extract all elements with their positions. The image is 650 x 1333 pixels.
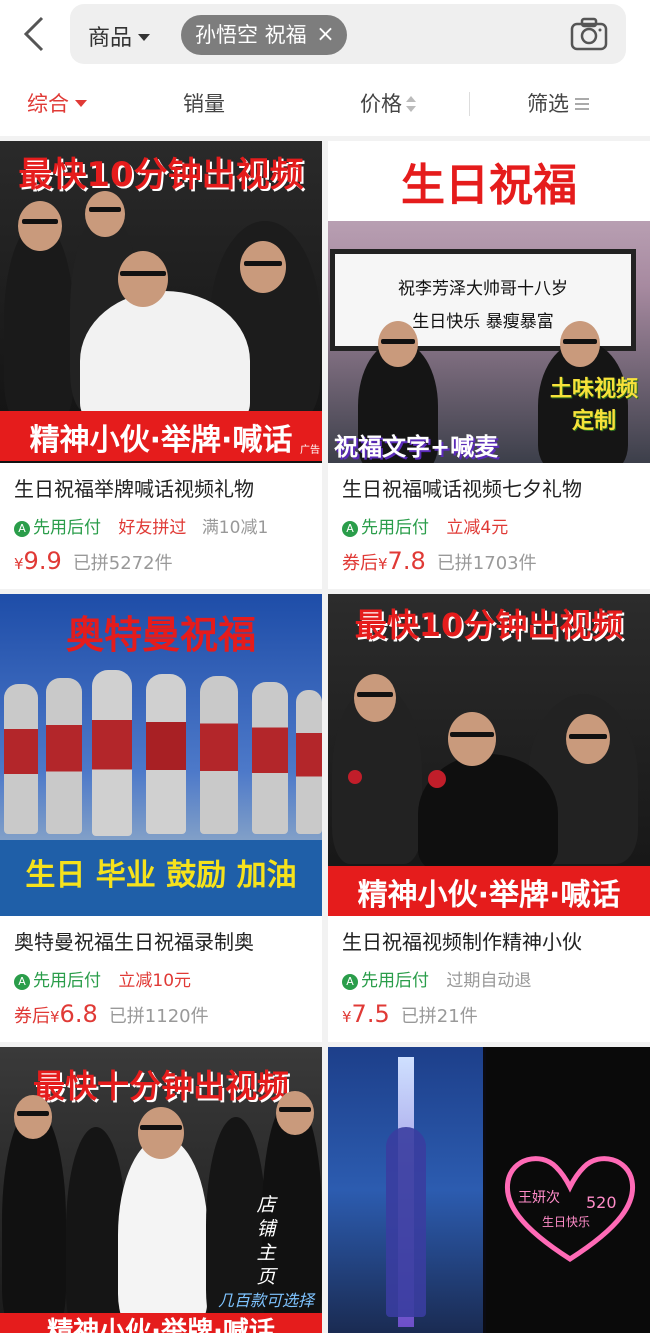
price-row: 券后¥6.8 已拼1120件 xyxy=(14,1000,209,1028)
product-image[interactable]: 王妍次 520 生日快乐 xyxy=(328,1047,650,1333)
image-caption-bottom: 精神小伙·举牌·喊话 xyxy=(29,423,293,458)
product-image[interactable]: 最快10分钟出视频 精神小伙·举牌·喊话 xyxy=(328,594,650,916)
product-tags: A 先用后付 好友拼过 满10减1 xyxy=(14,513,268,538)
price-row: ¥7.5 已拼21件 xyxy=(342,1000,478,1028)
promo-tag: 立减10元 xyxy=(118,971,192,991)
product-image[interactable]: 最快十分钟出视频 店铺主页 几百款可选择 精神小伙·举牌·喊话 xyxy=(0,1047,322,1333)
sold-count: 已拼1120件 xyxy=(108,1006,209,1027)
pay-later-label: 先用后付 xyxy=(361,971,429,991)
product-card[interactable]: 奥特曼祝福 生日 毕业 鼓励 加油 奥特曼祝福生日祝福录制奥 A 先用后付 立减1… xyxy=(0,594,322,1042)
sort-tab-sales-label: 销量 xyxy=(183,92,225,116)
currency-symbol: ¥ xyxy=(378,555,388,573)
camera-search-icon[interactable] xyxy=(570,16,608,52)
product-title[interactable]: 奥特曼祝福生日祝福录制奥 xyxy=(14,926,254,955)
product-card[interactable]: 最快十分钟出视频 店铺主页 几百款可选择 精神小伙·举牌·喊话 xyxy=(0,1047,322,1333)
price-value: 7.5 xyxy=(351,1000,390,1028)
shop-home-caption: 店铺主页 xyxy=(256,1194,276,1288)
search-query-text: 孙悟空 祝福 xyxy=(195,23,307,47)
pay-later-tag: A 先用后付 xyxy=(14,518,101,538)
sold-count: 已拼5272件 xyxy=(72,553,173,574)
sort-bar: 综合 销量 价格 筛选 xyxy=(0,68,650,136)
search-query-chip[interactable]: 孙悟空 祝福 × xyxy=(181,15,347,55)
product-image[interactable]: 奥特曼祝福 生日 毕业 鼓励 加油 xyxy=(0,594,322,916)
back-arrow-icon[interactable] xyxy=(18,14,48,54)
heart-greeting: 生日快乐 xyxy=(542,1215,591,1229)
search-scope-dropdown[interactable]: 商品 xyxy=(88,20,151,52)
promo-tag-secondary: 满10减1 xyxy=(201,518,269,538)
caret-down-icon xyxy=(75,100,87,107)
price-value: 6.8 xyxy=(59,1000,98,1028)
price-row: 券后¥7.8 已拼1703件 xyxy=(342,547,537,575)
pay-later-icon: A xyxy=(14,521,30,537)
filter-label: 筛选 xyxy=(527,92,569,116)
image-caption-top: 最快10分钟出视频 xyxy=(354,606,624,644)
filter-button[interactable]: 筛选 xyxy=(527,88,589,118)
ad-label: 广告 xyxy=(300,445,320,456)
heart-shape xyxy=(504,1156,636,1262)
search-box[interactable]: 商品 孙悟空 祝福 × xyxy=(70,4,626,64)
coupon-label: 券后 xyxy=(14,1006,50,1027)
currency-symbol: ¥ xyxy=(50,1008,60,1026)
image-caption-bottom: 祝福文字+喊麦 xyxy=(334,433,499,461)
refund-tag: 过期自动退 xyxy=(446,971,532,991)
pay-later-tag: A 先用后付 xyxy=(14,971,101,991)
image-caption-bottom: 精神小伙·举牌·喊话 xyxy=(357,878,621,913)
filter-lines-icon xyxy=(575,98,589,110)
heart-number: 520 xyxy=(586,1193,617,1212)
product-image[interactable]: 最快10分钟出视频 精神小伙·举牌·喊话 广告 xyxy=(0,141,322,463)
sort-tab-sales[interactable]: 销量 xyxy=(183,88,225,118)
top-bar: 商品 孙悟空 祝福 × xyxy=(0,0,650,68)
currency-symbol: ¥ xyxy=(14,555,24,573)
image-caption-small: 几百款可选择 xyxy=(218,1291,315,1310)
price-value: 7.8 xyxy=(387,547,426,575)
pay-later-label: 先用后付 xyxy=(33,518,101,538)
product-card[interactable]: 王妍次 520 生日快乐 xyxy=(328,1047,650,1333)
sort-arrows-icon xyxy=(406,96,416,112)
heart-name: 王妍次 xyxy=(518,1190,560,1206)
image-caption-side-2: 定制 xyxy=(571,409,616,434)
price-row: ¥9.9 已拼5272件 xyxy=(14,547,173,575)
image-caption-top: 奥特曼祝福 xyxy=(65,613,256,657)
sold-count: 已拼21件 xyxy=(400,1006,478,1027)
dropdown-caret-icon xyxy=(138,34,151,41)
image-caption-bottom: 生日 毕业 鼓励 加油 xyxy=(25,858,297,893)
image-caption-top: 生日祝福 xyxy=(401,160,577,211)
sort-tab-price-label: 价格 xyxy=(360,92,402,116)
sort-tab-overall[interactable]: 综合 xyxy=(27,88,87,118)
image-caption-bottom: 精神小伙·举牌·喊话 xyxy=(47,1317,275,1333)
sort-tab-overall-label: 综合 xyxy=(27,92,69,116)
image-caption-top: 最快十分钟出视频 xyxy=(32,1067,289,1105)
coupon-label: 券后 xyxy=(342,553,378,574)
product-title[interactable]: 生日祝福视频制作精神小伙 xyxy=(342,926,582,955)
search-scope-label: 商品 xyxy=(88,26,133,51)
promo-tag: 好友拼过 xyxy=(118,518,187,538)
product-tags: A 先用后付 立减10元 xyxy=(14,966,191,991)
clear-query-icon[interactable]: × xyxy=(316,15,334,55)
sort-divider xyxy=(469,92,470,116)
currency-symbol: ¥ xyxy=(342,1008,352,1026)
product-image[interactable]: 生日祝福 祝李芳泽大帅哥十八岁 生日快乐 暴瘦暴富 土味视频 定制 祝福文字+喊… xyxy=(328,141,650,463)
product-tags: A 先用后付 立减4元 xyxy=(342,513,508,538)
product-title[interactable]: 生日祝福举牌喊话视频礼物 xyxy=(14,473,254,502)
price-value: 9.9 xyxy=(23,547,62,575)
pay-later-icon: A xyxy=(342,521,358,537)
sold-count: 已拼1703件 xyxy=(436,553,537,574)
product-card[interactable]: 最快10分钟出视频 精神小伙·举牌·喊话 广告 生日祝福举牌喊话视频礼物 A 先用… xyxy=(0,141,322,589)
sign-line-1: 祝李芳泽大帅哥十八岁 xyxy=(398,279,568,299)
image-caption-side-1: 土味视频 xyxy=(549,377,638,402)
pay-later-icon: A xyxy=(342,974,358,990)
product-card[interactable]: 最快10分钟出视频 精神小伙·举牌·喊话 生日祝福视频制作精神小伙 A 先用后付 … xyxy=(328,594,650,1042)
promo-tag: 立减4元 xyxy=(446,518,509,538)
pay-later-label: 先用后付 xyxy=(33,971,101,991)
sort-tab-price[interactable]: 价格 xyxy=(360,88,416,118)
pay-later-tag: A 先用后付 xyxy=(342,971,429,991)
product-tags: A 先用后付 过期自动退 xyxy=(342,966,531,991)
product-title[interactable]: 生日祝福喊话视频七夕礼物 xyxy=(342,473,582,502)
image-caption-top: 最快10分钟出视频 xyxy=(18,155,304,195)
pay-later-icon: A xyxy=(14,974,30,990)
product-card[interactable]: 生日祝福 祝李芳泽大帅哥十八岁 生日快乐 暴瘦暴富 土味视频 定制 祝福文字+喊… xyxy=(328,141,650,589)
pay-later-label: 先用后付 xyxy=(361,518,429,538)
pay-later-tag: A 先用后付 xyxy=(342,518,429,538)
